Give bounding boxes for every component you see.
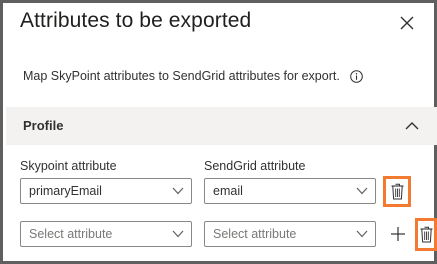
delete-row-button[interactable] xyxy=(383,176,411,207)
source-attribute-dropdown[interactable]: primaryEmail xyxy=(20,178,192,204)
source-column-label: Skypoint attribute xyxy=(20,159,117,173)
dropdown-value: email xyxy=(213,184,243,198)
dropdown-value: primaryEmail xyxy=(29,184,102,198)
section-label: Profile xyxy=(23,118,64,133)
target-attribute-dropdown[interactable]: email xyxy=(204,178,376,204)
description-text: Map SkyPoint attributes to SendGrid attr… xyxy=(23,69,340,83)
dropdown-placeholder: Select attribute xyxy=(29,227,113,241)
source-attribute-dropdown[interactable]: Select attribute xyxy=(20,221,192,247)
chevron-down-icon xyxy=(172,187,184,195)
chevron-down-icon xyxy=(172,230,184,238)
target-attribute-dropdown[interactable]: Select attribute xyxy=(204,221,376,247)
panel-description: Map SkyPoint attributes to SendGrid attr… xyxy=(23,69,363,83)
trash-icon xyxy=(391,183,404,200)
chevron-down-icon xyxy=(356,187,368,195)
dropdown-placeholder: Select attribute xyxy=(213,227,297,241)
trash-icon xyxy=(420,226,433,243)
close-icon[interactable] xyxy=(397,13,417,33)
add-row-button[interactable] xyxy=(389,225,407,243)
info-icon[interactable] xyxy=(350,69,363,83)
plus-icon xyxy=(391,227,405,241)
chevron-down-icon xyxy=(356,230,368,238)
delete-row-button[interactable] xyxy=(415,218,437,251)
export-attributes-panel: Attributes to be exported Map SkyPoint a… xyxy=(0,0,437,264)
profile-section-header[interactable]: Profile xyxy=(6,107,437,145)
chevron-up-icon[interactable] xyxy=(404,118,420,134)
target-column-label: SendGrid attribute xyxy=(204,159,306,173)
panel-title: Attributes to be exported xyxy=(20,9,252,32)
